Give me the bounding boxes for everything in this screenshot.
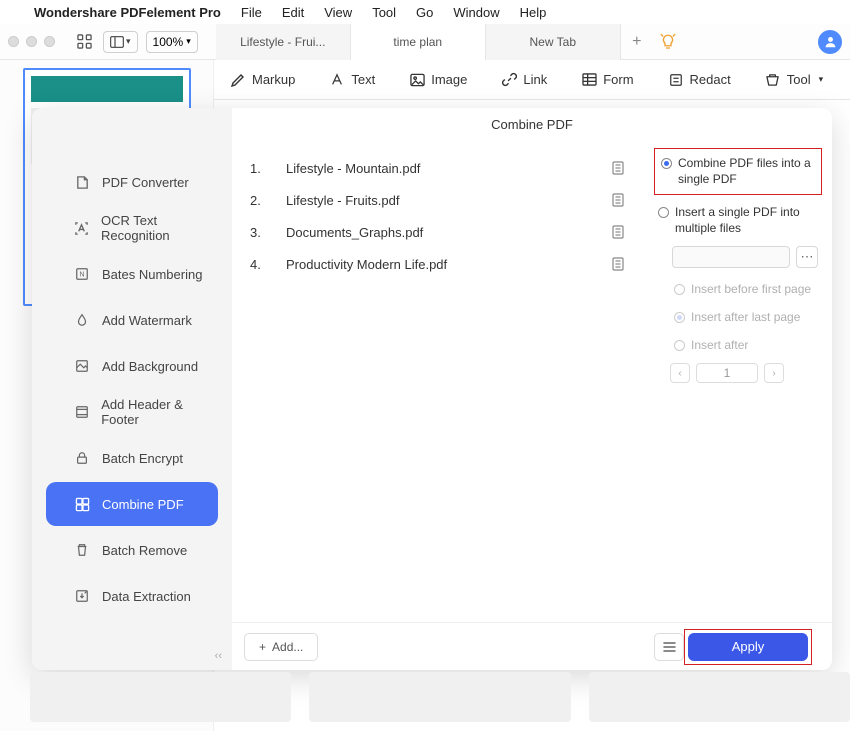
list-options-button[interactable] bbox=[654, 633, 684, 661]
user-avatar[interactable] bbox=[818, 30, 842, 54]
modal-sidebar: PDF Converter OCR Text Recognition N Bat… bbox=[32, 108, 232, 670]
combine-options: Combine PDF files into a single PDF Inse… bbox=[648, 140, 832, 622]
apply-button[interactable]: Apply bbox=[688, 633, 808, 661]
svg-text:N: N bbox=[79, 272, 84, 279]
tool-icon bbox=[765, 72, 781, 88]
radio-after-last bbox=[674, 312, 685, 323]
insert-file-input[interactable] bbox=[672, 246, 790, 268]
option-before-first: Insert before first page bbox=[670, 276, 822, 304]
tab-new[interactable]: New Tab bbox=[486, 24, 621, 60]
file-list: 1. Lifestyle - Mountain.pdf 2. Lifestyle… bbox=[232, 140, 648, 622]
ocr-icon bbox=[74, 220, 89, 236]
collapse-sidebar-icon[interactable]: ‹‹ bbox=[215, 650, 222, 662]
minimize-window[interactable] bbox=[26, 36, 37, 47]
sidebar-background[interactable]: Add Background bbox=[46, 344, 218, 388]
zoom-value: 100% bbox=[153, 35, 184, 49]
radio-before-first bbox=[674, 284, 685, 295]
text-icon bbox=[329, 72, 345, 88]
menu-view[interactable]: View bbox=[324, 5, 352, 20]
ribbon-link[interactable]: Link bbox=[501, 72, 547, 88]
background-content bbox=[0, 672, 850, 731]
menu-go[interactable]: Go bbox=[416, 5, 433, 20]
ribbon-image[interactable]: Image bbox=[409, 72, 467, 88]
close-window[interactable] bbox=[8, 36, 19, 47]
menu-help[interactable]: Help bbox=[520, 5, 547, 20]
image-icon bbox=[409, 72, 425, 88]
tab-time-plan[interactable]: time plan bbox=[351, 24, 486, 60]
sidebar-ocr[interactable]: OCR Text Recognition bbox=[46, 206, 218, 250]
ribbon-text[interactable]: Text bbox=[329, 72, 375, 88]
file-row[interactable]: 1. Lifestyle - Mountain.pdf bbox=[250, 152, 630, 184]
page-icon bbox=[612, 257, 630, 271]
converter-icon bbox=[74, 174, 90, 190]
panel-view-button[interactable]: ▾ bbox=[103, 31, 138, 53]
menu-edit[interactable]: Edit bbox=[282, 5, 304, 20]
option-after-page: Insert after bbox=[670, 332, 822, 360]
tips-icon[interactable] bbox=[653, 24, 683, 60]
window-controls bbox=[8, 36, 55, 47]
page-icon bbox=[612, 225, 630, 239]
modal-main: Combine PDF 1. Lifestyle - Mountain.pdf … bbox=[232, 108, 832, 670]
ribbon-markup[interactable]: Markup bbox=[230, 72, 295, 88]
radio-combine[interactable] bbox=[661, 158, 672, 169]
main-toolbar: ▾ 100% ▾ Lifestyle - Frui... time plan N… bbox=[0, 24, 850, 60]
page-icon bbox=[612, 161, 630, 175]
sidebar-data-extraction[interactable]: Data Extraction bbox=[46, 574, 218, 618]
page-prev[interactable]: ‹ bbox=[670, 363, 690, 383]
menu-window[interactable]: Window bbox=[453, 5, 499, 20]
ribbon-tool[interactable]: Tool ▾ bbox=[765, 72, 823, 88]
bates-icon: N bbox=[74, 266, 90, 282]
radio-after-page bbox=[674, 340, 685, 351]
watermark-icon bbox=[74, 312, 90, 328]
menu-file[interactable]: File bbox=[241, 5, 262, 20]
sidebar-encrypt[interactable]: Batch Encrypt bbox=[46, 436, 218, 480]
page-icon bbox=[612, 193, 630, 207]
remove-icon bbox=[74, 542, 90, 558]
tab-lifestyle-fruits[interactable]: Lifestyle - Frui... bbox=[216, 24, 351, 60]
thumbnails-view-icon[interactable] bbox=[73, 31, 95, 53]
form-icon bbox=[581, 72, 597, 88]
page-stepper: ‹ 1 › bbox=[670, 363, 822, 383]
zoom-window[interactable] bbox=[44, 36, 55, 47]
markup-icon bbox=[230, 72, 246, 88]
file-row[interactable]: 3. Documents_Graphs.pdf bbox=[250, 216, 630, 248]
redact-icon bbox=[668, 72, 684, 88]
header-footer-icon bbox=[74, 404, 89, 420]
add-button[interactable]: + Add... bbox=[244, 633, 318, 661]
sidebar-pdf-converter[interactable]: PDF Converter bbox=[46, 160, 218, 204]
new-tab-button[interactable]: + bbox=[621, 24, 653, 60]
sidebar-combine-pdf[interactable]: Combine PDF bbox=[46, 482, 218, 526]
menu-tool[interactable]: Tool bbox=[372, 5, 396, 20]
page-value[interactable]: 1 bbox=[696, 363, 758, 383]
radio-insert[interactable] bbox=[658, 207, 669, 218]
background-icon bbox=[74, 358, 90, 374]
file-row[interactable]: 4. Productivity Modern Life.pdf bbox=[250, 248, 630, 280]
encrypt-icon bbox=[74, 450, 90, 466]
sidebar-header-footer[interactable]: Add Header & Footer bbox=[46, 390, 218, 434]
menu-bar: Wondershare PDFelement Pro File Edit Vie… bbox=[0, 0, 850, 24]
extract-icon bbox=[74, 588, 90, 604]
option-combine-single[interactable]: Combine PDF files into a single PDF bbox=[654, 148, 822, 195]
app-name[interactable]: Wondershare PDFelement Pro bbox=[34, 5, 221, 20]
sidebar-batch-remove[interactable]: Batch Remove bbox=[46, 528, 218, 572]
document-tabs: Lifestyle - Frui... time plan New Tab + bbox=[216, 24, 810, 60]
page-next[interactable]: › bbox=[764, 363, 784, 383]
file-row[interactable]: 2. Lifestyle - Fruits.pdf bbox=[250, 184, 630, 216]
modal-title: Combine PDF bbox=[232, 108, 832, 140]
browse-button[interactable]: ⋯ bbox=[796, 246, 818, 268]
option-after-last: Insert after last page bbox=[670, 304, 822, 332]
ribbon-redact[interactable]: Redact bbox=[668, 72, 731, 88]
link-icon bbox=[501, 72, 517, 88]
sidebar-bates[interactable]: N Bates Numbering bbox=[46, 252, 218, 296]
plus-icon: + bbox=[259, 640, 266, 654]
ribbon-form[interactable]: Form bbox=[581, 72, 633, 88]
sidebar-watermark[interactable]: Add Watermark bbox=[46, 298, 218, 342]
option-insert-multiple[interactable]: Insert a single PDF into multiple files bbox=[654, 199, 822, 242]
modal-footer: + Add... Apply bbox=[232, 622, 832, 670]
combine-icon bbox=[74, 496, 90, 512]
combine-pdf-modal: PDF Converter OCR Text Recognition N Bat… bbox=[32, 108, 832, 670]
zoom-select[interactable]: 100% ▾ bbox=[146, 31, 198, 53]
